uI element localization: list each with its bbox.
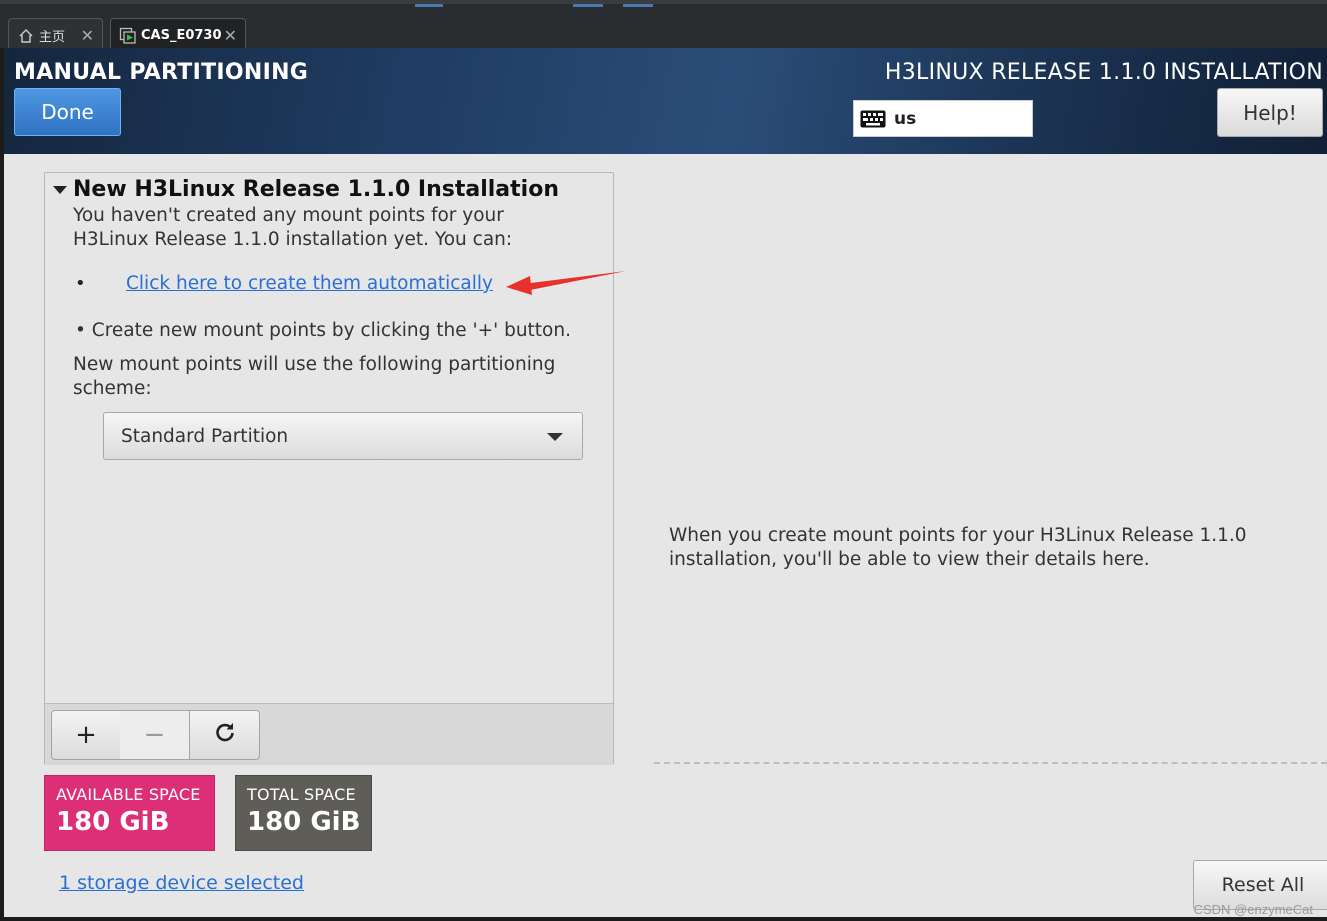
keyboard-icon	[860, 110, 886, 128]
create-automatically-link[interactable]: Click here to create them automatically	[126, 273, 493, 294]
add-mount-point-button[interactable]: +	[51, 710, 121, 760]
total-space-label: TOTAL SPACE	[247, 785, 356, 804]
manual-create-hint: • Create new mount points by clicking th…	[75, 320, 571, 341]
installation-title: New H3Linux Release 1.1.0 Installation	[73, 177, 559, 202]
close-icon[interactable]: ✕	[81, 26, 94, 45]
minus-icon: −	[143, 720, 166, 750]
available-space-box: AVAILABLE SPACE 180 GiB	[44, 775, 215, 851]
total-space-box: TOTAL SPACE 180 GiB	[235, 775, 372, 851]
done-button[interactable]: Done	[14, 88, 121, 136]
tab-home-label: 主页	[39, 30, 66, 45]
bullet: •	[75, 273, 86, 294]
storage-device-link[interactable]: 1 storage device selected	[59, 872, 304, 894]
release-title: H3LINUX RELEASE 1.1.0 INSTALLATION	[884, 60, 1323, 85]
home-icon	[17, 27, 35, 45]
partition-scheme-value: Standard Partition	[121, 425, 289, 447]
installation-expander[interactable]: New H3Linux Release 1.1.0 Installation	[53, 177, 559, 202]
page-title: MANUAL PARTITIONING	[14, 60, 309, 85]
installer-header: MANUAL PARTITIONING Done H3LINUX RELEASE…	[4, 48, 1327, 154]
plus-icon: +	[75, 720, 97, 750]
partition-scheme-dropdown[interactable]: Standard Partition	[103, 412, 583, 460]
chevron-down-icon	[547, 433, 563, 441]
viewer-tab-strip: 主页 ✕ CAS_E0730 ✕	[0, 0, 1327, 52]
no-mount-points-text: You haven't created any mount points for…	[73, 205, 513, 250]
mount-points-panel: New H3Linux Release 1.1.0 Installation Y…	[44, 172, 614, 765]
installer-window: MANUAL PARTITIONING Done H3LINUX RELEASE…	[4, 48, 1327, 917]
keyboard-layout-label: us	[894, 108, 917, 129]
watermark: CSDN @enzymeCat	[1193, 902, 1313, 917]
available-space-value: 180 GiB	[56, 807, 170, 837]
tab-home[interactable]: 主页 ✕	[8, 18, 103, 52]
keyboard-layout-indicator[interactable]: us	[853, 100, 1033, 137]
available-space-label: AVAILABLE SPACE	[56, 785, 201, 804]
refresh-icon	[213, 720, 237, 751]
help-button[interactable]: Help!	[1217, 88, 1323, 137]
mount-point-toolbar: + −	[45, 703, 613, 765]
expander-triangle-icon	[53, 185, 67, 194]
details-placeholder-text: When you create mount points for your H3…	[669, 525, 1247, 570]
partition-scheme-text: New mount points will use the following …	[73, 354, 556, 399]
close-icon[interactable]: ✕	[224, 26, 237, 45]
total-space-value: 180 GiB	[247, 807, 361, 837]
refresh-button[interactable]	[190, 710, 260, 760]
tab-cas-e0730[interactable]: CAS_E0730 ✕	[110, 18, 246, 52]
remove-mount-point-button[interactable]: −	[120, 710, 190, 760]
vm-console-icon	[119, 27, 137, 45]
divider	[654, 762, 1327, 764]
tab-cas-e0730-label: CAS_E0730	[141, 28, 222, 43]
